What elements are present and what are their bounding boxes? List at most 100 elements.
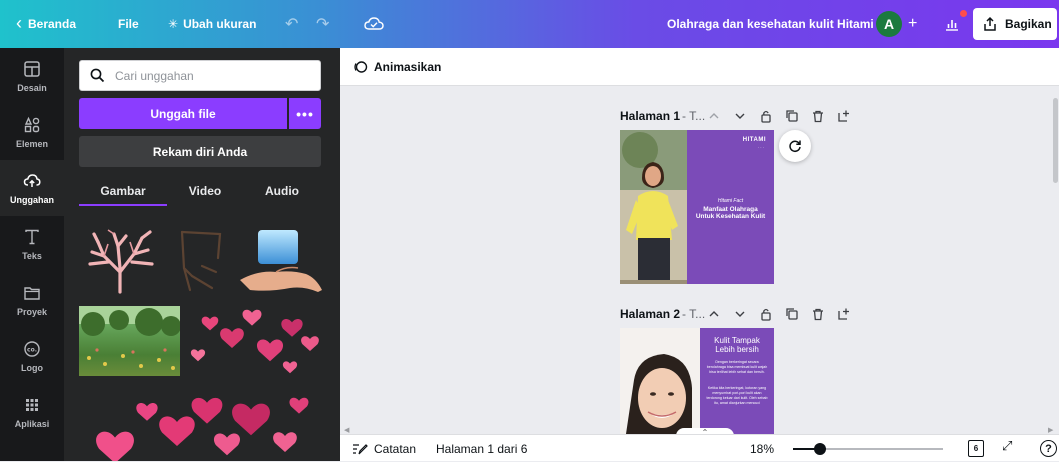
page-2-actions [707,304,851,324]
delete-page-icon[interactable] [811,109,825,123]
duplicate-page-icon[interactable] [785,307,799,321]
editor-toolbar: Animasikan [340,48,1059,86]
page-2-photo [620,328,700,434]
share-icon [984,16,996,31]
upload-thumbnail-hearts-large[interactable] [79,382,322,461]
rail-item-apps[interactable]: Aplikasi [0,384,64,440]
apps-grid-icon [26,398,38,411]
search-box[interactable] [79,60,321,91]
page-1-text-block: HITAMI · · · Hitami Fact Manfaat Olahrag… [687,130,774,284]
design-page-1[interactable]: HITAMI · · · Hitami Fact Manfaat Olahrag… [620,130,774,284]
add-page-icon[interactable] [837,307,851,321]
document-title[interactable]: Olahraga dan kesehatan kulit Hitami [667,0,874,48]
upload-thumbnail-coral[interactable] [84,228,156,296]
page-2-body-1: Dengan berkeringat secara berolahraga bi… [706,360,768,374]
chevron-left-icon: ‹ [16,12,22,33]
add-page-icon[interactable] [837,109,851,123]
active-tab-indicator [79,204,167,206]
rail-item-uploads[interactable]: Unggahan [0,160,64,216]
tab-videos[interactable]: Video [167,176,243,206]
page-title[interactable]: Halaman 1 [620,109,680,123]
notes-button[interactable]: Catatan [352,435,416,462]
cloud-saved-icon[interactable] [364,0,384,48]
vertical-scrollbar[interactable] [1053,98,1058,183]
upload-file-button[interactable]: Unggah file [79,98,287,129]
page-1-brand: HITAMI [742,137,766,143]
page-subtitle[interactable]: - T... [682,109,705,123]
redo-icon[interactable]: ↷ [316,0,329,48]
add-collaborator-icon[interactable]: + [908,0,917,48]
page-2-header: Halaman 2 - T... [620,304,705,324]
home-button[interactable]: ‹ Beranda [16,0,76,48]
grid-view-button[interactable]: 6 [968,440,984,457]
page-2-title-line-2: Lebih bersih [715,345,759,354]
home-label: Beranda [28,17,77,31]
rail-label: Unggahan [10,194,54,205]
svg-text:co.: co. [27,346,37,353]
share-label: Bagikan [1005,17,1052,31]
cloud-upload-icon [23,173,41,187]
scroll-right-arrow[interactable]: ▶ [1048,426,1053,434]
text-icon [25,229,39,244]
search-icon [90,68,105,83]
top-bar: ‹ Beranda File ✳ Ubah ukuran ↶ ↷ Olahrag… [0,0,1059,48]
rail-label: Aplikasi [14,418,50,429]
sparkle-icon: ✳ [168,17,179,31]
undo-icon[interactable]: ↶ [285,0,298,48]
resize-label: Ubah ukuran [183,17,257,31]
page-1-header: Halaman 1 - T... [620,106,705,126]
page-1-title-line-2: Untuk Kesehatan Kulit [695,213,766,220]
page-1-brand-sub: · · · [757,145,764,150]
tab-audio[interactable]: Audio [243,176,321,206]
upload-thumbnail-branch[interactable] [172,228,228,296]
upload-thumbnail-hearts-small[interactable] [186,304,322,378]
layout-icon [24,60,40,77]
rail-label: Logo [21,362,43,373]
page-indicator[interactable]: Halaman 1 dari 6 [436,435,527,462]
delete-page-icon[interactable] [811,307,825,321]
rail-item-projects[interactable]: Proyek [0,272,64,328]
page-title[interactable]: Halaman 2 [620,307,680,321]
zoom-slider[interactable] [793,443,943,455]
resize-button[interactable]: ✳ Ubah ukuran [168,0,256,48]
duplicate-page-icon[interactable] [785,109,799,123]
upload-thumbnail-hand-box[interactable] [240,230,322,296]
fullscreen-icon[interactable]: ⤢ [1002,438,1012,454]
chevron-up-icon[interactable] [707,307,721,321]
rail-item-design[interactable]: Desain [0,48,64,104]
lock-icon[interactable] [759,109,773,123]
chevron-down-icon[interactable] [733,109,747,123]
refresh-icon [789,140,801,153]
editor-footer: Catatan Halaman 1 dari 6 18% 6 ⤢ ? [340,434,1059,461]
animate-button[interactable]: Animasikan [352,48,441,86]
rail-item-elements[interactable]: Elemen [0,104,64,160]
page-1-title-line-1: Manfaat Olahraga [703,206,758,213]
search-input[interactable] [113,67,313,84]
chevron-down-icon[interactable] [733,307,747,321]
record-yourself-button[interactable]: Rekam diri Anda [79,136,321,167]
file-menu-button[interactable]: File [118,0,139,48]
lock-icon[interactable] [759,307,773,321]
scroll-left-arrow[interactable]: ◀ [344,426,349,434]
rail-item-text[interactable]: Teks [0,216,64,272]
avatar[interactable]: A [876,11,902,37]
page-1-actions [707,106,851,126]
rail-item-logo[interactable]: co. Logo [0,328,64,384]
zoom-level[interactable]: 18% [750,435,774,462]
share-button[interactable]: Bagikan [973,8,1057,40]
design-page-2[interactable]: Kulit Tampak Lebih bersih Dengan berkeri… [620,328,774,434]
help-button[interactable]: ? [1040,440,1057,457]
page-2-text-block: Kulit Tampak Lebih bersih Dengan berkeri… [700,328,774,434]
regenerate-button[interactable] [779,130,811,162]
page-subtitle[interactable]: - T... [682,307,705,321]
zoom-slider-knob[interactable] [814,443,826,455]
notes-label: Catatan [374,441,417,456]
uploads-panel: Unggah file ••• Rekam diri Anda Gambar V… [64,48,340,461]
side-navigation: Desain Elemen Unggahan Teks Proyek co. L… [0,48,64,461]
chevron-up-icon[interactable] [707,109,721,123]
upload-more-options-button[interactable]: ••• [289,98,321,129]
upload-thumbnail-garden[interactable] [79,306,181,376]
page-1-kicker: Hitami Fact [717,198,744,204]
page-2-title-line-1: Kulit Tampak [714,336,760,345]
tab-images[interactable]: Gambar [79,176,167,206]
